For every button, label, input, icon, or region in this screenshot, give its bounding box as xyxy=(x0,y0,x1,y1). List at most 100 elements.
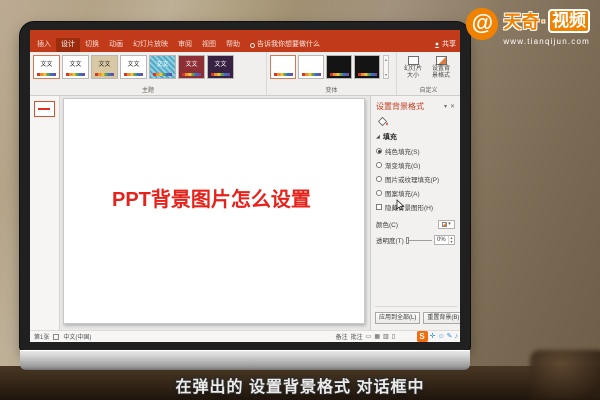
themes-group-label: 主题 xyxy=(141,88,154,94)
variant-thumbnail-1[interactable] xyxy=(270,55,296,79)
slide-editor-area: PPT背景图片怎么设置 xyxy=(60,96,370,330)
ime-mode-icon[interactable]: ✛ xyxy=(430,332,436,342)
share-label: 共享 xyxy=(442,41,456,48)
tab-view[interactable]: 视图 xyxy=(197,38,221,52)
slide-canvas[interactable]: PPT背景图片怎么设置 xyxy=(63,98,365,324)
option-gradient-fill[interactable]: 渐变填充(G) xyxy=(376,160,455,170)
brand-badge: 视频 xyxy=(548,9,590,33)
radio-icon[interactable] xyxy=(376,190,382,196)
checkbox-icon[interactable] xyxy=(376,204,382,210)
pane-title: 设置背景格式 xyxy=(376,102,424,111)
video-frame: 插入 设计 切换 动画 幻灯片放映 审阅 视图 帮助 告诉我你想要做什么 共享 xyxy=(0,0,600,400)
color-label: 颜色(C) xyxy=(376,222,399,229)
powerpoint-window: 插入 设计 切换 动画 幻灯片放映 审阅 视图 帮助 告诉我你想要做什么 共享 xyxy=(30,30,460,342)
person-icon xyxy=(434,42,440,48)
ribbon: 文文 文文 文文 文文 文文 文文 文文 主题 ▴ ▾ 变体 幻灯片大小 设置背… xyxy=(30,52,460,96)
monitor-bezel: 插入 设计 切换 动画 幻灯片放映 审阅 视图 帮助 告诉我你想要做什么 共享 xyxy=(20,22,470,350)
ime-toolbar: S ✛ ☺ ✎ ♪ xyxy=(416,331,459,342)
theme-thumbnail-7[interactable]: 文文 xyxy=(207,55,234,79)
thumbnail-text-mark xyxy=(38,108,50,110)
slide-sorter-icon[interactable]: ▦ xyxy=(374,333,380,340)
brand-dot: · xyxy=(541,13,546,29)
mouse-cursor xyxy=(396,199,405,211)
radio-icon[interactable] xyxy=(376,162,382,168)
theme-thumbnail-3[interactable]: 文文 xyxy=(91,55,118,79)
theme-thumbnail-5[interactable]: 文文 xyxy=(149,55,176,79)
spin-down-icon[interactable]: ▾ xyxy=(450,240,452,244)
gallery-down-icon[interactable]: ▾ xyxy=(385,71,387,78)
brand-name: 天奇 xyxy=(503,12,540,32)
tab-animations[interactable]: 动画 xyxy=(104,38,128,52)
status-bar: 第1张 中文(中国) 备注 批注 ▭ ▦ ▥ ▯ xyxy=(30,330,460,342)
monitor-chin xyxy=(20,350,470,370)
theme-thumbnail-2[interactable]: 文文 xyxy=(62,55,89,79)
variant-thumbnail-4[interactable] xyxy=(354,55,380,79)
tab-design[interactable]: 设计 xyxy=(56,38,80,52)
format-background-pane: 设置背景格式 ▾ ✕ ◢ 填充 纯色填充(S) 渐变填充(G) 图片或纹理填充(… xyxy=(370,96,460,330)
tab-slideshow[interactable]: 幻灯片放映 xyxy=(128,38,173,52)
radio-icon[interactable] xyxy=(376,148,382,154)
ime-pencil-icon[interactable]: ✎ xyxy=(447,332,453,342)
fill-collapse-icon[interactable]: ◢ xyxy=(376,134,380,140)
slide-thumbnail-panel xyxy=(30,96,60,330)
variant-thumbnail-2[interactable] xyxy=(298,55,324,79)
format-background-button[interactable]: 设置背景格式 xyxy=(428,55,454,80)
slide-title-text[interactable]: PPT背景图片怎么设置 xyxy=(112,183,311,212)
ime-voice-icon[interactable]: ♪ xyxy=(455,332,459,342)
option-picture-fill[interactable]: 图片或纹理填充(P) xyxy=(376,174,455,184)
option-hide-background[interactable]: 隐藏背景图形(H) xyxy=(376,202,455,212)
share-button[interactable]: 共享 xyxy=(434,38,456,52)
customize-group-label: 自定义 xyxy=(419,88,438,94)
slide-size-button[interactable]: 幻灯片大小 xyxy=(400,55,426,80)
reset-background-button[interactable]: 重置背景(B) xyxy=(423,312,460,324)
fill-bucket-icon xyxy=(376,116,455,127)
tell-me-box[interactable]: 告诉我你想要做什么 xyxy=(245,38,325,52)
pane-dropdown-icon[interactable]: ▾ xyxy=(444,103,447,110)
gallery-scroll[interactable]: ▴ ▾ xyxy=(383,55,389,79)
gallery-up-icon[interactable]: ▴ xyxy=(385,56,387,63)
ime-emoji-icon[interactable]: ☺ xyxy=(437,332,444,342)
variants-group-label: 变体 xyxy=(325,88,338,94)
chevron-down-icon: ▾ xyxy=(448,221,451,227)
themes-group: 文文 文文 文文 文文 文文 文文 文文 主题 xyxy=(30,52,267,95)
option-solid-fill[interactable]: 纯色填充(S) xyxy=(376,146,455,156)
normal-view-icon[interactable]: ▭ xyxy=(366,333,372,340)
brand-watermark: @ 天奇 · 视频 www.tianqijun.com xyxy=(466,8,590,46)
sogou-logo-icon[interactable]: S xyxy=(416,331,428,342)
format-background-icon xyxy=(435,56,447,65)
ribbon-tabs: 插入 设计 切换 动画 幻灯片放映 审阅 视图 帮助 告诉我你想要做什么 xyxy=(32,38,325,52)
brand-logo-icon: @ xyxy=(466,8,499,40)
tab-help[interactable]: 帮助 xyxy=(221,38,245,52)
tab-review[interactable]: 审阅 xyxy=(173,38,197,52)
option-pattern-fill[interactable]: 图案填充(A) xyxy=(376,188,455,198)
video-subtitle: 在弹出的 设置背景格式 对话框中 xyxy=(175,379,425,396)
title-bar: 插入 设计 切换 动画 幻灯片放映 审阅 视图 帮助 告诉我你想要做什么 共享 xyxy=(30,30,460,52)
theme-thumbnail-6[interactable]: 文文 xyxy=(178,55,205,79)
slide-size-icon xyxy=(407,56,419,65)
brand-website: www.tianqijun.com xyxy=(503,37,590,46)
theme-thumbnail-office[interactable]: 文文 xyxy=(33,55,60,79)
apply-to-all-button[interactable]: 应用到全部(L) xyxy=(375,312,421,324)
slide-1-thumbnail[interactable] xyxy=(34,101,55,117)
transparency-spinner[interactable]: 0% ▴ ▾ xyxy=(434,235,455,245)
variant-thumbnail-3[interactable] xyxy=(326,55,352,79)
tab-transitions[interactable]: 切换 xyxy=(80,38,104,52)
tab-insert[interactable]: 插入 xyxy=(32,38,56,52)
fill-section-header: 填充 xyxy=(382,134,397,141)
transparency-value: 0% xyxy=(437,237,446,243)
color-picker-button[interactable]: ▾ xyxy=(438,219,455,229)
radio-icon[interactable] xyxy=(376,176,382,182)
lightbulb-icon xyxy=(250,42,255,48)
language-indicator[interactable]: 中文(中国) xyxy=(63,332,91,341)
reading-view-icon[interactable]: ▥ xyxy=(383,333,389,340)
slide-counter: 第1张 xyxy=(34,335,50,341)
notes-button[interactable]: 备注 xyxy=(336,332,348,341)
slider-handle[interactable] xyxy=(405,236,409,244)
variant-gallery: ▴ ▾ xyxy=(270,55,393,79)
pane-close-icon[interactable]: ✕ xyxy=(450,103,455,110)
theme-thumbnail-4[interactable]: 文文 xyxy=(120,55,147,79)
tell-me-label: 告诉我你想要做什么 xyxy=(257,41,320,48)
comments-button[interactable]: 批注 xyxy=(351,332,363,341)
slideshow-icon[interactable]: ▯ xyxy=(392,333,395,340)
transparency-slider[interactable] xyxy=(405,236,432,244)
